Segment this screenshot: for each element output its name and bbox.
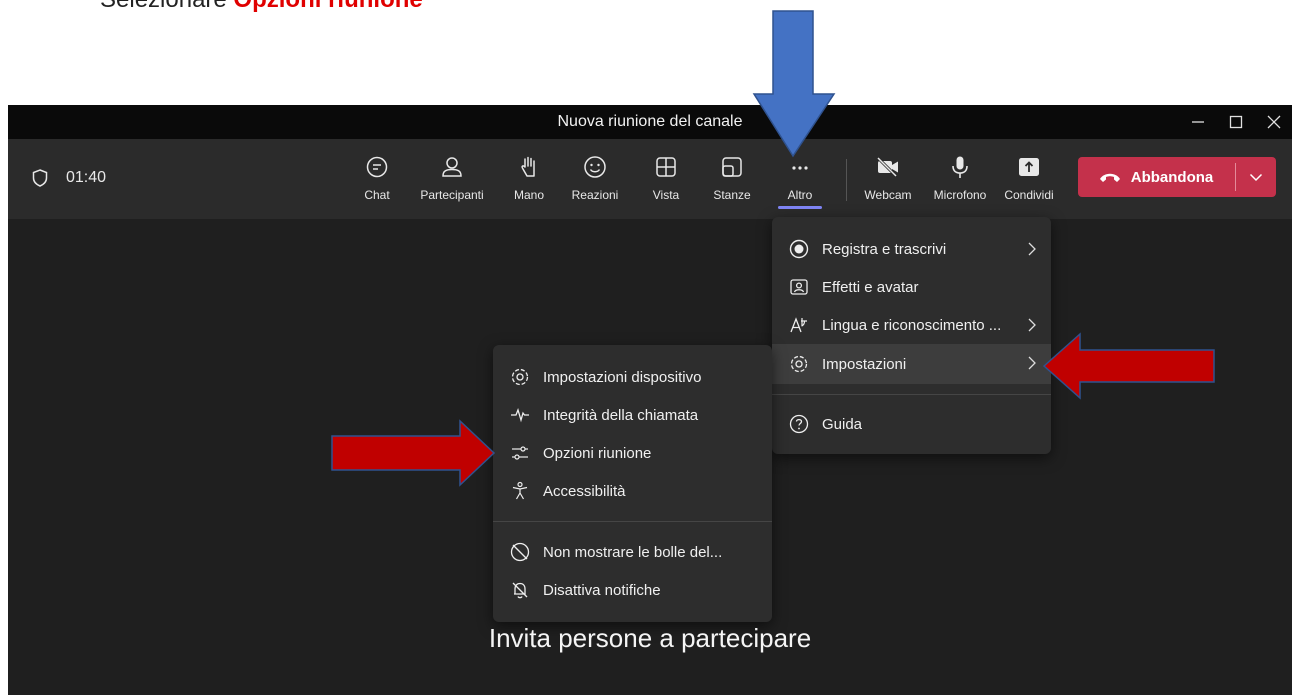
chat-off-icon (509, 542, 531, 562)
effects-icon (788, 277, 810, 297)
menu-item-label: Disattiva notifiche (543, 581, 661, 599)
phone-hangup-icon (1099, 173, 1120, 182)
menu-item-accessibility[interactable]: Accessibilità (493, 472, 772, 510)
people-icon (440, 153, 464, 181)
camera-off-icon (875, 153, 901, 181)
menu-item-help[interactable]: Guida (772, 405, 1051, 443)
gear-icon (509, 367, 531, 387)
menu-item-label: Lingua e riconoscimento ... (822, 316, 1002, 334)
chat-button[interactable]: Chat (354, 153, 400, 211)
caption-prefix: Selezionare (100, 0, 233, 13)
menu-item-record[interactable]: Registra e trascrivi (772, 230, 1051, 268)
menu-item-label: Registra e trascrivi (822, 240, 947, 258)
shield-icon (32, 169, 48, 187)
menu-item-settings[interactable]: Impostazioni (772, 344, 1051, 384)
accessibility-icon (509, 481, 531, 501)
record-icon (788, 239, 810, 259)
title-bar: Nuova riunione del canale (8, 105, 1292, 139)
share-button[interactable]: Condividi (998, 153, 1060, 211)
menu-item-mute-notifications[interactable]: Disattiva notifiche (493, 571, 772, 609)
rooms-icon (720, 153, 744, 181)
menu-item-label: Effetti e avatar (822, 278, 919, 296)
view-label: Vista (652, 188, 680, 202)
smiley-icon (583, 153, 607, 181)
participants-label: Partecipanti (420, 188, 484, 202)
microphone-button[interactable]: Microfono (926, 153, 994, 211)
menu-item-label: Accessibilità (543, 482, 626, 500)
sliders-icon (509, 443, 531, 463)
bell-off-icon (509, 580, 531, 600)
instruction-caption: Selezionare Opzioni riunione (100, 0, 423, 14)
close-button[interactable] (1254, 109, 1292, 135)
red-left-arrow-settings-annotation (1042, 332, 1215, 400)
invite-people-text: Invita persone a partecipare (488, 623, 812, 653)
view-button[interactable]: Vista (644, 153, 688, 211)
raise-hand-label: Mano (513, 188, 545, 202)
teams-meeting-window: Nuova riunione del canale 01:40 Chat Par… (8, 105, 1292, 695)
menu-item-label: Guida (822, 415, 863, 433)
menu-item-language[interactable]: Lingua e riconoscimento ... (772, 306, 1051, 344)
language-icon (788, 315, 810, 335)
menu-item-meeting-options[interactable]: Opzioni riunione (493, 434, 772, 472)
rooms-label: Stanze (713, 188, 751, 202)
chevron-right-icon (1028, 356, 1036, 370)
grid-view-icon (654, 153, 678, 181)
menu-item-device-settings[interactable]: Impostazioni dispositivo (493, 358, 772, 396)
menu-divider (493, 521, 772, 522)
webcam-button[interactable]: Webcam (860, 153, 916, 211)
more-button[interactable]: Altro (772, 153, 828, 211)
webcam-label: Webcam (864, 188, 912, 202)
leave-dropdown-button[interactable] (1236, 157, 1276, 197)
chevron-right-icon (1028, 318, 1036, 332)
toolbar-divider (846, 159, 847, 201)
menu-item-call-health[interactable]: Integrità della chiamata (493, 396, 772, 434)
chat-label: Chat (364, 188, 390, 202)
menu-item-effects[interactable]: Effetti e avatar (772, 268, 1051, 306)
chevron-down-icon (1249, 173, 1263, 182)
share-icon (1017, 153, 1041, 181)
meeting-timer: 01:40 (66, 169, 107, 186)
meeting-toolbar: 01:40 Chat Partecipanti Mano Reazioni Vi… (8, 139, 1292, 219)
menu-item-label: Impostazioni (822, 355, 907, 373)
caption-highlight: Opzioni riunione (233, 0, 422, 13)
raise-hand-icon (517, 153, 541, 181)
microphone-label: Microfono (933, 188, 987, 202)
reactions-button[interactable]: Reazioni (567, 153, 623, 211)
close-icon (1267, 115, 1281, 129)
microphone-icon (948, 153, 972, 181)
blue-down-arrow-annotation (752, 10, 836, 158)
menu-divider (772, 394, 1051, 395)
rooms-button[interactable]: Stanze (708, 153, 756, 211)
pulse-icon (509, 405, 531, 425)
leave-label: Abbandona (1130, 168, 1214, 186)
more-label: Altro (787, 188, 813, 202)
leave-button-group: Abbandona (1078, 157, 1276, 197)
gear-icon (788, 354, 810, 374)
menu-item-label: Integrità della chiamata (543, 406, 699, 424)
menu-item-label: Non mostrare le bolle del... (543, 543, 723, 561)
minimize-button[interactable] (1178, 109, 1218, 135)
more-menu: Registra e trascrivi Effetti e avatar Li… (772, 217, 1051, 454)
help-icon (788, 414, 810, 434)
menu-item-label: Impostazioni dispositivo (543, 368, 702, 386)
chat-icon (365, 153, 389, 181)
settings-submenu: Impostazioni dispositivo Integrità della… (493, 345, 772, 622)
chevron-right-icon (1028, 242, 1036, 256)
red-right-arrow-options-annotation (331, 419, 496, 487)
minimize-icon (1192, 121, 1204, 123)
menu-item-hide-chat-bubbles[interactable]: Non mostrare le bolle del... (493, 533, 772, 571)
maximize-button[interactable] (1216, 109, 1256, 135)
menu-item-label: Opzioni riunione (543, 444, 652, 462)
participants-button[interactable]: Partecipanti (412, 153, 492, 211)
raise-hand-button[interactable]: Mano (506, 153, 552, 211)
reactions-label: Reazioni (571, 188, 619, 202)
maximize-icon (1229, 115, 1243, 129)
share-label: Condividi (1004, 188, 1054, 202)
window-title: Nuova riunione del canale (557, 113, 743, 130)
leave-button[interactable]: Abbandona (1078, 157, 1234, 197)
